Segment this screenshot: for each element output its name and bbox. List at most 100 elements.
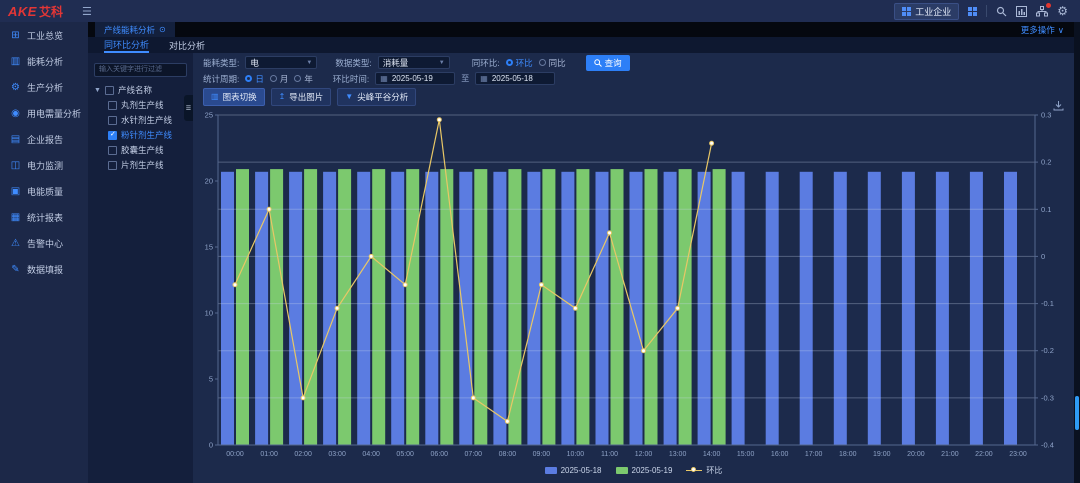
chart-legend: 2025-05-18 2025-05-19 环比 <box>193 465 1074 476</box>
tree-node-checkbox[interactable] <box>108 146 117 155</box>
svg-text:15:00: 15:00 <box>737 451 755 458</box>
query-button-label: 查询 <box>605 57 622 69</box>
legend-item[interactable]: 2025-05-18 <box>545 466 602 475</box>
sidebar-item-production-analysis[interactable]: ⚙ 生产分析 <box>0 74 88 100</box>
page-scrollbar-thumb[interactable] <box>1075 396 1079 430</box>
data-type-select[interactable]: 消耗量 ▼ <box>378 56 450 69</box>
tab-label: 产线能耗分析 <box>104 24 155 36</box>
svg-text:09:00: 09:00 <box>533 451 551 458</box>
tree-search-input[interactable] <box>94 63 187 77</box>
energy-type-value: 电 <box>250 57 259 69</box>
sidebar-item-power-monitor[interactable]: ◫ 电力监测 <box>0 152 88 178</box>
sidebar-item-overview[interactable]: ⊞ 工业总览 <box>0 22 88 48</box>
sidebar-item-enterprise-report[interactable]: ▤ 企业报告 <box>0 126 88 152</box>
svg-text:0.1: 0.1 <box>1041 205 1051 214</box>
radio-day[interactable]: 日 <box>245 73 264 85</box>
sidebar-item-label: 告警中心 <box>27 237 63 250</box>
hamburger-icon[interactable]: ☰ <box>82 5 92 18</box>
sidebar-item-label: 生产分析 <box>27 81 63 94</box>
enterprise-button-label: 工业企业 <box>915 5 951 18</box>
date-input-end[interactable]: ▦ 2025-05-18 <box>475 72 555 85</box>
date-input-start[interactable]: ▦ 2025-05-19 <box>375 72 455 85</box>
radio-yoy[interactable]: 同比 <box>539 57 566 69</box>
sidebar-item-data-entry[interactable]: ✎ 数据填报 <box>0 256 88 282</box>
tree-node-checkbox-checked[interactable] <box>108 131 117 140</box>
sidebar-item-energy-analysis[interactable]: ▥ 能耗分析 <box>0 48 88 74</box>
svg-text:14:00: 14:00 <box>703 451 721 458</box>
chevron-down-icon: ∨ <box>1058 25 1064 36</box>
svg-text:-0.1: -0.1 <box>1041 299 1054 308</box>
tab-close-icon[interactable]: ⊙ <box>159 25 166 34</box>
tree-node-checkbox[interactable] <box>108 101 117 110</box>
tree-node-pill-line[interactable]: 丸剂生产线 <box>94 98 187 113</box>
date-start-value: 2025-05-19 <box>392 74 433 83</box>
tree-node-checkbox[interactable] <box>108 116 117 125</box>
report-icon: ▤ <box>10 134 21 145</box>
more-actions-button[interactable]: 更多操作 ∨ <box>1021 24 1064 36</box>
tree-node-label: 水针剂生产线 <box>121 114 172 126</box>
overview-icon: ⊞ <box>10 30 21 41</box>
sidebar-item-label: 工业总览 <box>27 29 63 42</box>
energy-type-select[interactable]: 电 ▼ <box>245 56 317 69</box>
svg-text:17:00: 17:00 <box>805 451 823 458</box>
gear-icon[interactable]: ⚙ <box>1057 6 1068 16</box>
data-entry-icon: ✎ <box>10 264 21 275</box>
tree-node-water-injection-line[interactable]: 水针剂生产线 <box>94 113 187 128</box>
subtab-compare-analysis[interactable]: 对比分析 <box>169 37 205 53</box>
subtab-ratio-analysis[interactable]: 同环比分析 <box>104 37 149 53</box>
tab-production-line-energy[interactable]: 产线能耗分析 ⊙ <box>95 22 175 37</box>
energy-analysis-icon: ▥ <box>10 56 21 67</box>
tree-node-label: 胶囊生产线 <box>121 144 164 156</box>
svg-text:13:00: 13:00 <box>669 451 687 458</box>
radio-month[interactable]: 月 <box>270 73 289 85</box>
apps-grid-icon[interactable] <box>968 7 977 16</box>
data-type-value: 消耗量 <box>383 57 409 69</box>
sidebar-item-statistics[interactable]: ▦ 统计报表 <box>0 204 88 230</box>
ratio-time-label: 环比时间: <box>333 73 369 85</box>
svg-text:23:00: 23:00 <box>1009 451 1027 458</box>
navbar-divider <box>986 5 987 17</box>
svg-text:-0.3: -0.3 <box>1041 393 1054 402</box>
page-scrollbar <box>1074 22 1080 483</box>
enterprise-button[interactable]: 工业企业 <box>894 3 959 20</box>
filter-row-3: ▥ 图表切换 ↥ 导出图片 ▼ 尖峰平谷分析 <box>203 90 1074 103</box>
sidebar-item-demand-analysis[interactable]: ◉ 用电需量分析 <box>0 100 88 126</box>
report-chart-icon[interactable] <box>1016 6 1027 17</box>
combo-chart: 05101520250.30.20.10-0.1-0.2-0.3-0.400:0… <box>193 103 1074 463</box>
svg-text:10:00: 10:00 <box>567 451 585 458</box>
tree-node-tablet-line[interactable]: 片剂生产线 <box>94 158 187 173</box>
tree-root-node[interactable]: ▼ 产线名称 <box>94 83 187 98</box>
legend-item[interactable]: 环比 <box>686 465 722 476</box>
tree-node-powder-injection-line[interactable]: 粉针剂生产线 <box>94 128 187 143</box>
query-button[interactable]: 查询 <box>586 55 630 71</box>
date-separator: 至 <box>461 73 469 84</box>
sidebar-item-label: 电能质量 <box>27 185 63 198</box>
tree-collapse-handle[interactable]: ☰ <box>184 95 193 121</box>
svg-text:00:00: 00:00 <box>226 451 244 458</box>
legend-item[interactable]: 2025-05-19 <box>616 466 673 475</box>
demand-analysis-icon: ◉ <box>10 108 21 119</box>
caret-down-icon[interactable]: ▼ <box>94 87 101 94</box>
svg-text:03:00: 03:00 <box>328 451 346 458</box>
sidebar-item-power-quality[interactable]: ▣ 电能质量 <box>0 178 88 204</box>
legend-label: 2025-05-18 <box>561 466 602 475</box>
tree-root-checkbox[interactable] <box>105 86 114 95</box>
logo: AKE 艾科 <box>0 3 78 20</box>
org-icon[interactable] <box>1036 6 1048 17</box>
tree-node-capsule-line[interactable]: 胶囊生产线 <box>94 143 187 158</box>
sidebar-item-label: 企业报告 <box>27 133 63 146</box>
search-icon[interactable] <box>996 6 1007 17</box>
date-end-value: 2025-05-18 <box>492 74 533 83</box>
navbar-right: 工业企业 ⚙ <box>894 3 1080 20</box>
sidebar-item-alarm-center[interactable]: ⚠ 告警中心 <box>0 230 88 256</box>
sidebar-item-label: 电力监测 <box>27 159 63 172</box>
tree-node-checkbox[interactable] <box>108 161 117 170</box>
radio-label: 同比 <box>549 57 566 69</box>
radio-label: 环比 <box>516 57 533 69</box>
svg-text:12:00: 12:00 <box>635 451 653 458</box>
subtab-bar: 同环比分析 对比分析 <box>88 37 1080 53</box>
tree-node-label: 丸剂生产线 <box>121 99 164 111</box>
radio-mom[interactable]: 环比 <box>506 57 533 69</box>
radio-year[interactable]: 年 <box>294 73 313 85</box>
button-label: 尖峰平谷分析 <box>357 91 408 103</box>
